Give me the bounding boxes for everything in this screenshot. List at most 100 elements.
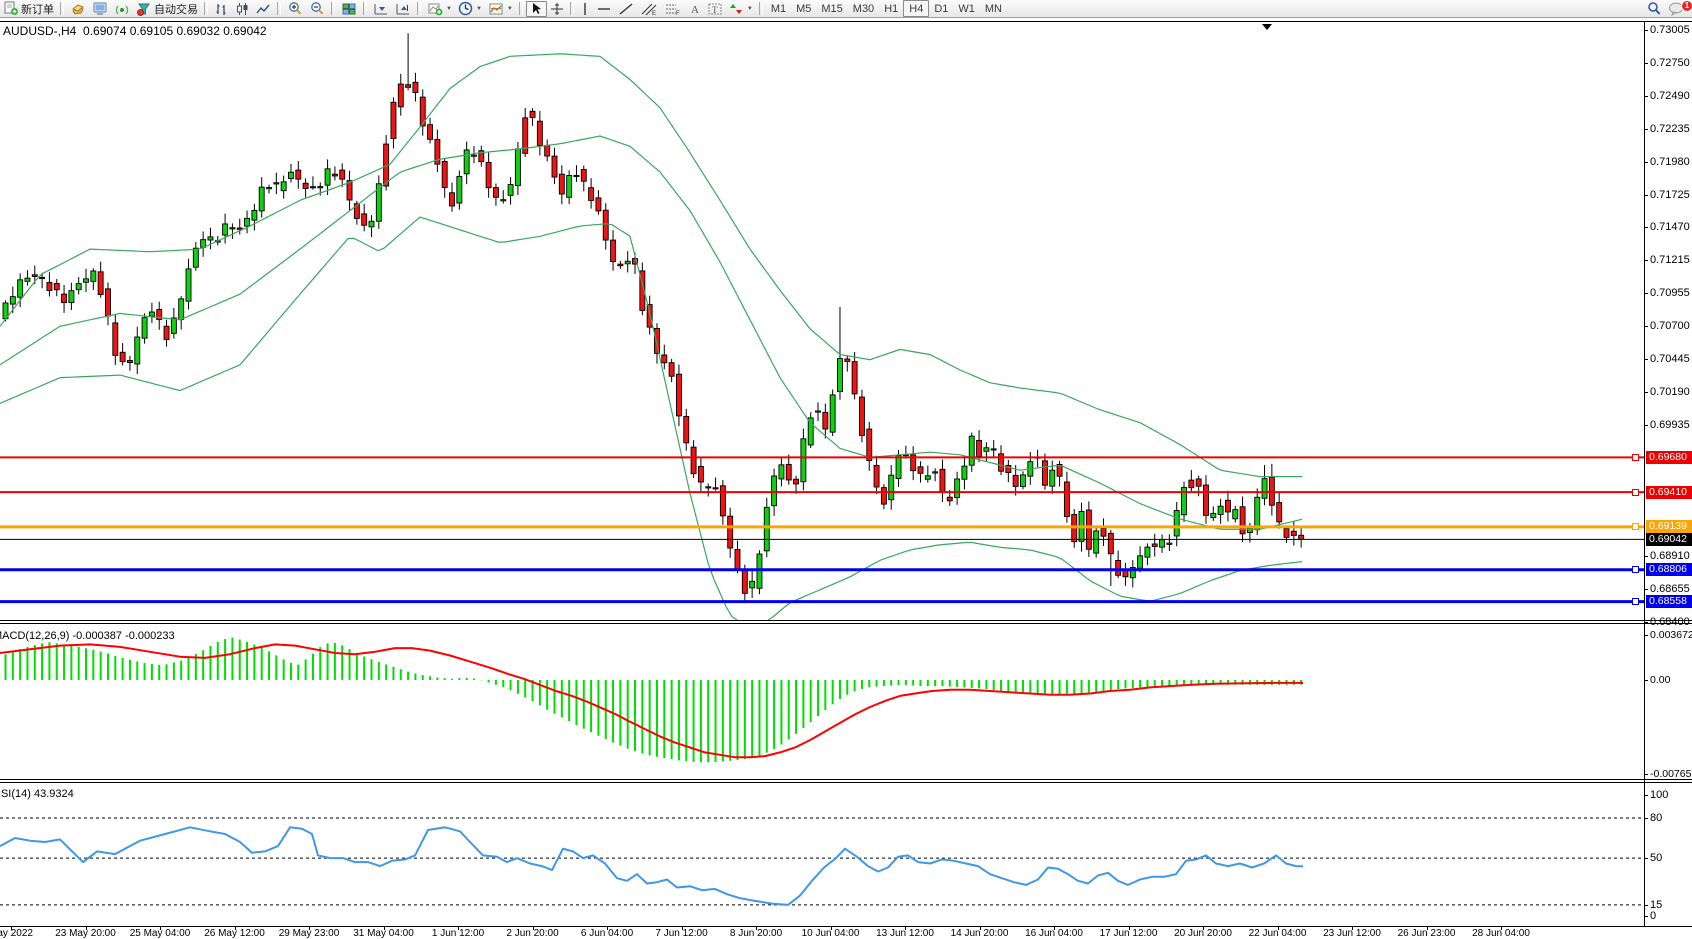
macd-tick-label: 0.003672 [1650,630,1692,641]
templates-button[interactable]: ▼ [485,1,516,17]
level-price-label[interactable]: 0.68806 [1646,563,1692,576]
rsi-tick-label: 15 [1650,900,1662,911]
time-axis-label: 1 Jun 12:00 [413,928,503,939]
time-axis-label: 16 Jun 04:00 [1009,928,1099,939]
vertical-line-button[interactable] [577,1,593,17]
rsi-tick-label: 100 [1650,790,1668,801]
price-level-lines[interactable] [0,457,1644,601]
templates-icon [488,2,504,16]
toolbar-separator [331,2,335,15]
chart-shift-button[interactable] [392,1,414,17]
fibonacci-icon: F [664,2,682,16]
level-price-label[interactable]: 0.69139 [1646,520,1692,533]
timeframe-mn-button[interactable]: MN [980,1,1007,16]
cursor-button[interactable] [526,1,547,17]
timeframe-h1-button[interactable]: H1 [879,1,903,16]
autotrading-label: 自动交易 [154,1,198,17]
zoom-in-button[interactable] [284,1,306,17]
main-macd-separator[interactable] [0,620,1692,621]
svg-text:A: A [691,4,699,16]
time-axis-border [0,926,1692,927]
price-tick-label: 0.71215 [1650,255,1690,266]
main-chart-pane[interactable] [0,22,1644,620]
dropdown-caret-icon: ▼ [446,6,452,12]
zoom-out-button[interactable] [306,1,328,17]
channel-button[interactable]: E [637,1,661,17]
time-axis-label: 20 Jun 20:00 [1158,928,1248,939]
timeframe-m5-button[interactable]: M5 [791,1,816,16]
level-price-label[interactable]: 0.69410 [1646,486,1692,499]
price-tick-label: 0.73005 [1650,25,1690,36]
svg-text:F: F [676,11,680,16]
tile-windows-button[interactable] [338,1,360,17]
text-label-icon: T [707,2,723,16]
macd-rsi-separator[interactable] [0,779,1692,780]
rsi-line [0,827,1303,905]
rsi-tick-label: 0 [1650,911,1656,922]
horizontal-line-button[interactable] [593,1,615,17]
trendline-button[interactable] [615,1,637,17]
crosshair-button[interactable] [547,1,567,17]
time-axis-label: 26 Jun 23:00 [1382,928,1472,939]
arrows-button[interactable]: ▼ [726,1,756,17]
price-axis-border [1644,21,1645,926]
svg-text:E: E [652,11,656,16]
time-axis-label: 6 Jun 04:00 [562,928,652,939]
time-axis-label: 22 Jun 04:00 [1233,928,1323,939]
toolbar-separator [759,2,763,15]
toolbar-separator [277,2,281,15]
search-button[interactable] [1643,1,1665,17]
timeframe-d1-button[interactable]: D1 [929,1,953,16]
price-tick-label: 0.68655 [1650,584,1690,595]
tile-windows-icon [341,2,357,16]
bid-price-label[interactable]: 0.69042 [1646,533,1692,546]
autotrading-button[interactable]: 自动交易 [133,1,201,17]
zoom-in-icon [287,1,303,16]
price-tick-label: 0.72490 [1650,91,1690,102]
line-chart-button[interactable] [253,1,274,17]
price-tick-label: 0.69935 [1650,420,1690,431]
time-axis-label: 31 May 04:00 [339,928,429,939]
macd-pane[interactable] [0,624,1644,779]
candles [3,33,1304,601]
periods-button[interactable]: ▼ [455,1,485,17]
vertical-line-icon [580,2,590,16]
fibonacci-button[interactable]: F [661,1,685,17]
new-order-button[interactable]: 新订单 [0,1,57,17]
new-order-label: 新订单 [21,1,54,17]
level-price-label[interactable]: 0.69680 [1646,451,1692,464]
indicators-button[interactable]: ▼ [424,1,455,17]
main-toolbar: 新订单 自动交易 ▼ ▼ ▼ E F A T ▼ M1 M5 M15 M30 H… [0,0,1692,18]
time-axis-label: 7 Jun 12:00 [637,928,727,939]
price-tick-label: 0.70445 [1650,354,1690,365]
bollinger-lower [0,217,1302,620]
notifications-button[interactable]: 1 [1665,1,1688,17]
candlestick-chart-icon [235,2,250,16]
level-price-label[interactable]: 0.68558 [1646,595,1692,608]
notification-badge: 1 [1681,0,1692,12]
timeframe-w1-button[interactable]: W1 [953,1,980,16]
time-axis-label: 10 Jun 04:00 [786,928,876,939]
rsi-tick-label: 50 [1650,853,1662,864]
rsi-pane[interactable] [0,783,1644,926]
timeframe-h4-button[interactable]: H4 [903,0,929,17]
text-icon: A [688,2,701,16]
timeframe-m1-button[interactable]: M1 [766,1,791,16]
auto-scroll-button[interactable] [370,1,392,17]
candlestick-chart-button[interactable] [232,1,253,17]
dropdown-caret-icon: ▼ [747,6,753,12]
data-window-icon [92,2,108,16]
text-button[interactable]: A [685,1,704,17]
market-watch-button[interactable] [67,1,89,17]
time-axis-label: 2 Jun 20:00 [488,928,578,939]
price-shift-marker-icon [1262,24,1272,30]
timeframe-m30-button[interactable]: M30 [848,1,879,16]
text-label-button[interactable]: T [704,1,726,17]
toolbar-separator [204,2,208,15]
bar-chart-button[interactable] [211,1,232,17]
timeframe-m15-button[interactable]: M15 [816,1,847,16]
bar-chart-icon [214,2,229,16]
autotrading-icon [136,2,152,16]
signals-button[interactable] [111,1,133,17]
data-window-button[interactable] [89,1,111,17]
